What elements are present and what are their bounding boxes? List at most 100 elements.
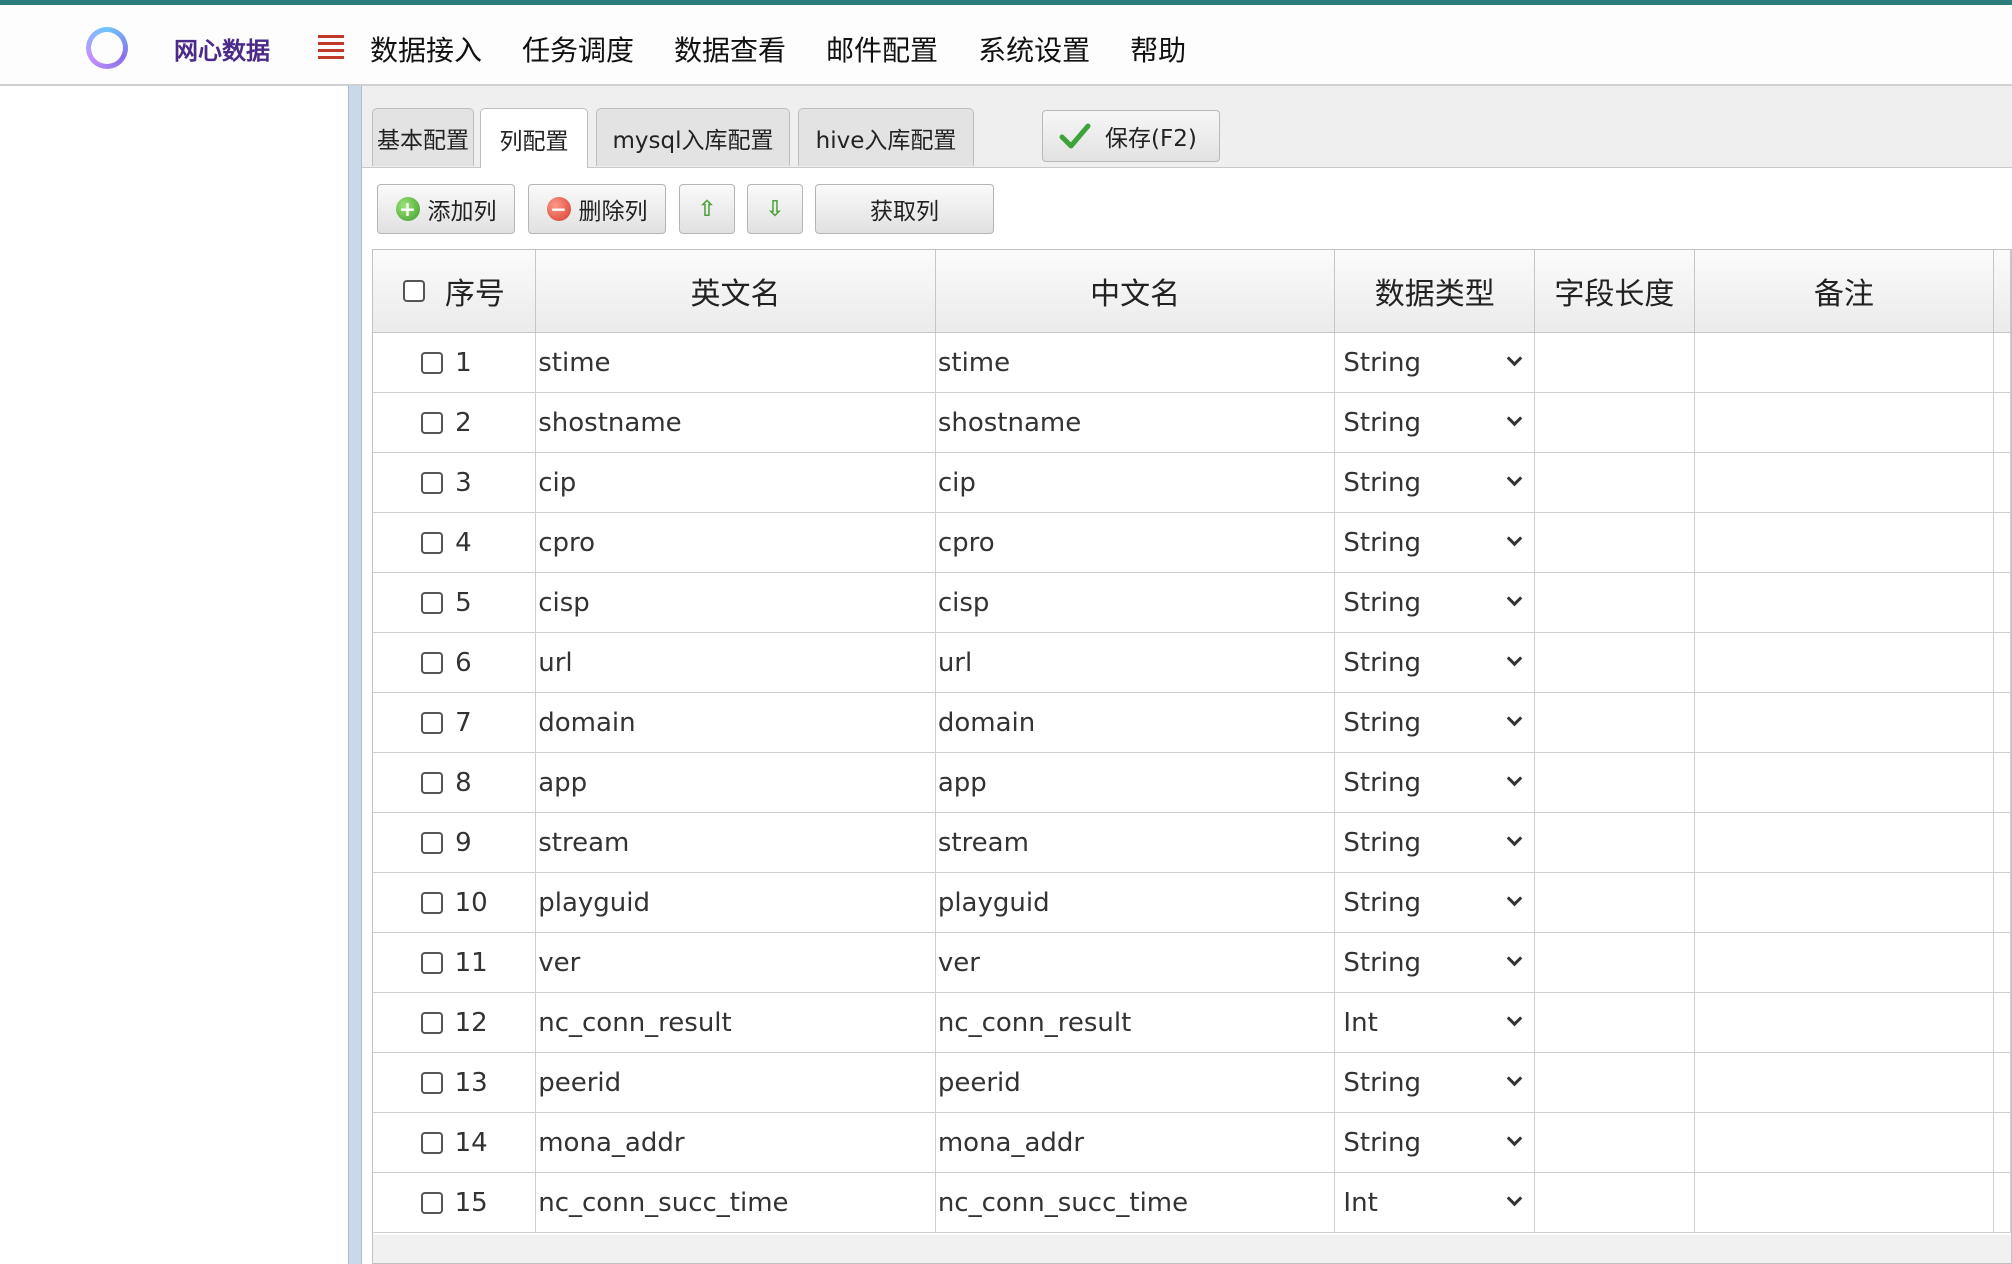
english-name-cell[interactable]: cisp — [535, 572, 936, 633]
english-name-cell[interactable]: nc_conn_succ_time — [535, 1172, 936, 1233]
row-checkbox[interactable] — [420, 951, 443, 974]
select-all-checkbox[interactable] — [403, 280, 426, 302]
add-column-button[interactable]: + 添加列 — [377, 184, 515, 234]
row-checkbox[interactable] — [420, 1131, 443, 1154]
data-type-select[interactable]: String — [1334, 632, 1536, 693]
field-length-cell[interactable] — [1534, 1052, 1695, 1113]
tab-column-config[interactable]: 列配置 — [480, 108, 588, 168]
chinese-name-cell[interactable]: stream — [935, 812, 1336, 873]
chinese-name-cell[interactable]: nc_conn_result — [935, 992, 1336, 1053]
chinese-name-cell[interactable]: cip — [935, 452, 1336, 513]
panel-splitter[interactable] — [348, 86, 362, 1264]
data-type-select[interactable]: Int — [1334, 1172, 1536, 1233]
remarks-cell[interactable] — [1694, 812, 1995, 873]
english-name-cell[interactable]: app — [535, 752, 936, 813]
remarks-cell[interactable] — [1694, 572, 1995, 633]
chinese-name-cell[interactable]: domain — [935, 692, 1336, 753]
data-type-select[interactable]: String — [1334, 812, 1536, 873]
field-length-cell[interactable] — [1534, 452, 1695, 513]
row-checkbox[interactable] — [420, 1071, 443, 1094]
english-name-cell[interactable]: cpro — [535, 512, 936, 573]
row-checkbox[interactable] — [421, 411, 444, 434]
field-length-cell[interactable] — [1534, 872, 1695, 933]
english-name-cell[interactable]: stream — [535, 812, 936, 873]
brand-title[interactable]: 网心数据 — [174, 31, 270, 66]
nav-item-system-settings[interactable]: 系统设置 — [978, 29, 1090, 69]
english-name-cell[interactable]: mona_addr — [535, 1112, 936, 1173]
field-length-cell[interactable] — [1534, 512, 1695, 573]
nav-item-task-scheduling[interactable]: 任务调度 — [522, 29, 634, 69]
remarks-cell[interactable] — [1694, 1052, 1995, 1113]
chinese-name-cell[interactable]: url — [935, 632, 1336, 693]
remarks-cell[interactable] — [1694, 512, 1995, 573]
remarks-cell[interactable] — [1694, 932, 1995, 993]
fetch-columns-button[interactable]: 获取列 — [815, 184, 994, 234]
field-length-cell[interactable] — [1534, 332, 1695, 393]
remarks-cell[interactable] — [1694, 1172, 1995, 1233]
data-type-select[interactable]: String — [1334, 752, 1536, 813]
data-type-select[interactable]: String — [1334, 1052, 1536, 1113]
english-name-cell[interactable]: stime — [535, 332, 936, 393]
logo-ring-icon[interactable] — [86, 27, 128, 69]
english-name-cell[interactable]: domain — [535, 692, 936, 753]
row-checkbox[interactable] — [421, 771, 444, 794]
remarks-cell[interactable] — [1694, 452, 1995, 513]
nav-item-mail-config[interactable]: 邮件配置 — [826, 29, 938, 69]
english-name-cell[interactable]: shostname — [535, 392, 936, 453]
row-checkbox[interactable] — [421, 471, 444, 494]
nav-item-data-view[interactable]: 数据查看 — [674, 29, 786, 69]
tab-hive-config[interactable]: hive入库配置 — [798, 108, 974, 166]
chinese-name-cell[interactable]: nc_conn_succ_time — [935, 1172, 1336, 1233]
tab-basic-config[interactable]: 基本配置 — [372, 108, 474, 166]
english-name-cell[interactable]: playguid — [535, 872, 936, 933]
chinese-name-cell[interactable]: app — [935, 752, 1336, 813]
chinese-name-cell[interactable]: peerid — [935, 1052, 1336, 1113]
delete-column-button[interactable]: − 删除列 — [528, 184, 666, 234]
field-length-cell[interactable] — [1534, 992, 1695, 1053]
row-checkbox[interactable] — [421, 651, 444, 674]
remarks-cell[interactable] — [1694, 692, 1995, 753]
tab-mysql-config[interactable]: mysql入库配置 — [596, 108, 790, 166]
remarks-cell[interactable] — [1694, 332, 1995, 393]
english-name-cell[interactable]: nc_conn_result — [535, 992, 936, 1053]
remarks-cell[interactable] — [1694, 632, 1995, 693]
remarks-cell[interactable] — [1694, 1112, 1995, 1173]
field-length-cell[interactable] — [1534, 692, 1695, 753]
row-checkbox[interactable] — [421, 531, 444, 554]
field-length-cell[interactable] — [1534, 752, 1695, 813]
nav-item-help[interactable]: 帮助 — [1130, 29, 1186, 69]
chinese-name-cell[interactable]: stime — [935, 332, 1336, 393]
english-name-cell[interactable]: peerid — [535, 1052, 936, 1113]
english-name-cell[interactable]: cip — [535, 452, 936, 513]
data-type-select[interactable]: String — [1334, 692, 1536, 753]
field-length-cell[interactable] — [1534, 1172, 1695, 1233]
data-type-select[interactable]: String — [1334, 392, 1536, 453]
row-checkbox[interactable] — [421, 351, 444, 374]
row-checkbox[interactable] — [420, 1011, 443, 1034]
remarks-cell[interactable] — [1694, 752, 1995, 813]
data-type-select[interactable]: String — [1334, 932, 1536, 993]
chinese-name-cell[interactable]: ver — [935, 932, 1336, 993]
hamburger-menu-icon[interactable] — [318, 35, 344, 59]
chinese-name-cell[interactable]: cpro — [935, 512, 1336, 573]
data-type-select[interactable]: String — [1334, 512, 1536, 573]
nav-item-data-ingest[interactable]: 数据接入 — [370, 29, 482, 69]
field-length-cell[interactable] — [1534, 572, 1695, 633]
data-type-select[interactable]: String — [1334, 872, 1536, 933]
move-up-button[interactable]: ⇧ — [679, 184, 735, 234]
chinese-name-cell[interactable]: cisp — [935, 572, 1336, 633]
data-type-select[interactable]: String — [1334, 1112, 1536, 1173]
move-down-button[interactable]: ⇩ — [747, 184, 803, 234]
remarks-cell[interactable] — [1694, 992, 1995, 1053]
field-length-cell[interactable] — [1534, 932, 1695, 993]
row-checkbox[interactable] — [420, 891, 443, 914]
remarks-cell[interactable] — [1694, 392, 1995, 453]
save-button[interactable]: 保存(F2) — [1042, 110, 1220, 162]
row-checkbox[interactable] — [421, 711, 444, 734]
english-name-cell[interactable]: url — [535, 632, 936, 693]
chinese-name-cell[interactable]: mona_addr — [935, 1112, 1336, 1173]
data-type-select[interactable]: String — [1334, 452, 1536, 513]
row-checkbox[interactable] — [421, 831, 444, 854]
field-length-cell[interactable] — [1534, 1112, 1695, 1173]
field-length-cell[interactable] — [1534, 812, 1695, 873]
